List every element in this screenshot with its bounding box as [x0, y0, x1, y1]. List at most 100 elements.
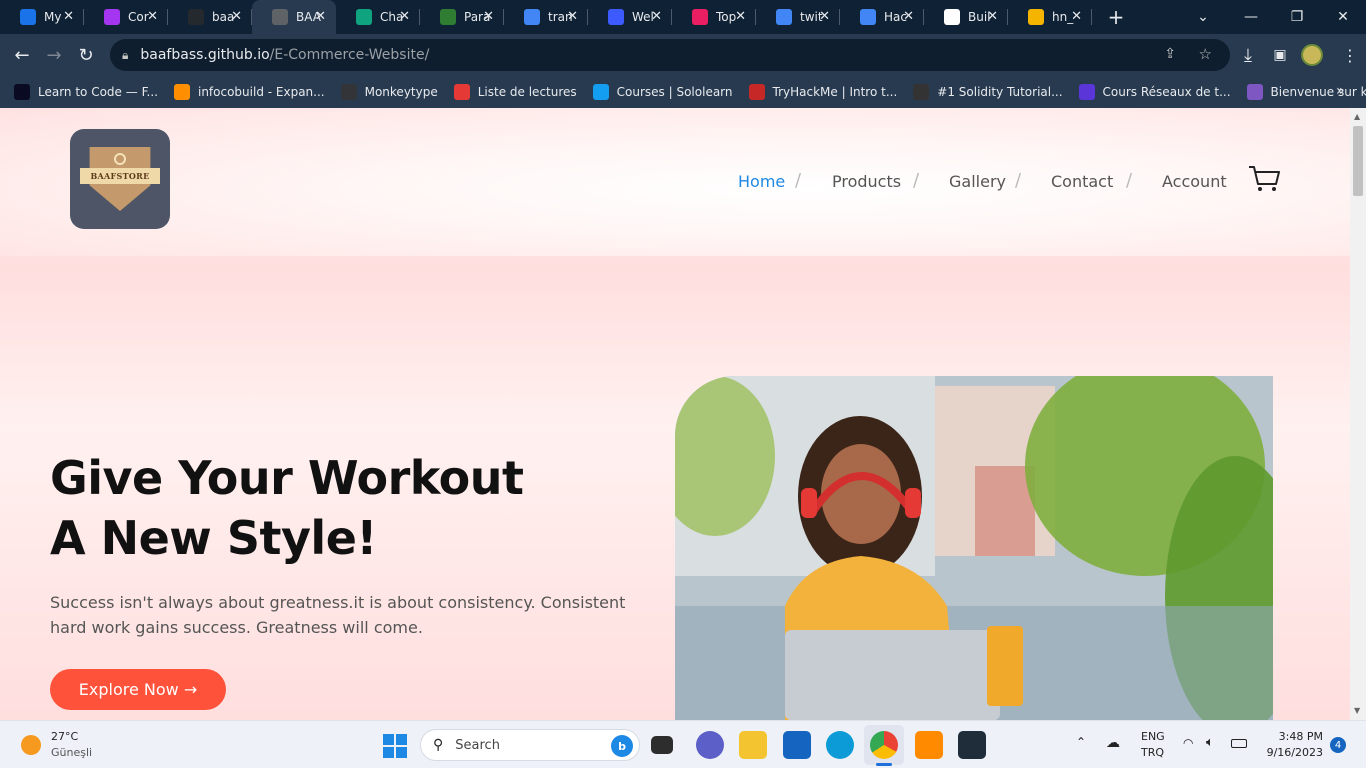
- close-tab-icon[interactable]: ✕: [819, 9, 830, 24]
- nav-separator: /: [913, 170, 920, 191]
- bookmark-item[interactable]: Cours Réseaux de t...: [1078, 84, 1231, 100]
- bookmark-label: Monkeytype: [364, 85, 438, 99]
- close-tab-icon[interactable]: ✕: [735, 9, 746, 24]
- feather-icon: [608, 9, 624, 25]
- language-primary[interactable]: ENG: [1141, 730, 1165, 743]
- teams-chat-icon[interactable]: [696, 731, 724, 759]
- profile-avatar[interactable]: [1301, 44, 1323, 66]
- wifi-icon[interactable]: ◠: [1183, 736, 1193, 750]
- bing-icon[interactable]: b: [611, 735, 633, 757]
- close-tab-icon[interactable]: ✕: [987, 9, 998, 24]
- browser-tab[interactable]: Para ✕: [420, 0, 504, 34]
- battery-icon[interactable]: [1231, 739, 1247, 748]
- notification-badge[interactable]: 4: [1330, 737, 1346, 753]
- cart-icon[interactable]: [1248, 164, 1282, 194]
- bookmark-favicon-icon: [1246, 84, 1263, 100]
- task-view-icon[interactable]: [651, 736, 673, 754]
- weather-temp[interactable]: 27°C: [51, 730, 78, 743]
- microsoft-store-icon[interactable]: [783, 731, 811, 759]
- weather-desc[interactable]: Güneşli: [51, 746, 92, 759]
- bookmark-item[interactable]: Liste de lectures: [453, 84, 577, 100]
- browser-tab[interactable]: hn_ ✕: [1008, 0, 1092, 34]
- clock-date[interactable]: 9/16/2023: [1257, 746, 1323, 759]
- volume-icon[interactable]: 🔈︎: [1206, 735, 1214, 750]
- address-bar[interactable]: 🔒︎ baafbass.github.io/E-Commerce-Website…: [110, 39, 1230, 71]
- browser-tab[interactable]: Cor ✕: [84, 0, 168, 34]
- page-scrollbar[interactable]: ▲ ▼: [1350, 108, 1366, 720]
- onedrive-icon[interactable]: ☁: [1106, 735, 1120, 751]
- nav-separator: /: [1126, 170, 1133, 191]
- nav-separator: /: [1015, 170, 1022, 191]
- bookmark-item[interactable]: infocobuild - Expan...: [173, 84, 325, 100]
- lock-icon[interactable]: 🔒︎: [122, 48, 128, 63]
- windows-start-icon[interactable]: [383, 734, 407, 758]
- download-icon[interactable]: ⤓: [1232, 45, 1264, 66]
- close-tab-icon[interactable]: ✕: [399, 9, 410, 24]
- nav-products[interactable]: Products: [832, 172, 901, 191]
- close-tab-icon[interactable]: ✕: [147, 9, 158, 24]
- file-explorer-icon[interactable]: [739, 731, 767, 759]
- language-secondary[interactable]: TRQ: [1141, 746, 1164, 759]
- browser-tab[interactable]: BAA ✕: [252, 0, 336, 34]
- scrollbar-thumb[interactable]: [1353, 126, 1363, 196]
- taskbar-search[interactable]: ⚲ Search b: [420, 729, 640, 761]
- google-icon: [860, 9, 876, 25]
- bookmark-label: Learn to Code — F...: [38, 85, 158, 99]
- reload-icon[interactable]: ↻: [70, 45, 102, 66]
- bookmark-item[interactable]: Learn to Code — F...: [14, 84, 158, 100]
- bookmark-item[interactable]: Monkeytype: [340, 84, 438, 100]
- close-tab-icon[interactable]: ✕: [483, 9, 494, 24]
- stack-icon: [692, 9, 708, 25]
- sun-icon[interactable]: [21, 735, 41, 755]
- edge-icon[interactable]: [826, 731, 854, 759]
- nav-account[interactable]: Account: [1162, 172, 1227, 191]
- browser-tab[interactable]: Wel ✕: [588, 0, 672, 34]
- maximize-button[interactable]: ❐: [1274, 0, 1320, 34]
- bookmark-item[interactable]: TryHackMe | Intro t...: [748, 84, 897, 100]
- chevron-up-icon[interactable]: ⌃: [1076, 735, 1086, 749]
- scroll-down-icon[interactable]: ▼: [1354, 706, 1360, 715]
- nav-gallery[interactable]: Gallery: [949, 172, 1006, 191]
- close-tab-icon[interactable]: ✕: [1071, 9, 1082, 24]
- terminal-icon[interactable]: [958, 731, 986, 759]
- bookmarks-overflow-icon[interactable]: »: [1336, 83, 1345, 99]
- bookmark-item[interactable]: Courses | Sololearn: [592, 84, 733, 100]
- browser-tab[interactable]: twit ✕: [756, 0, 840, 34]
- windows-taskbar: 27°C Güneşli ⚲ Search b ⌃ ☁ ENG TRQ ◠ 🔈︎…: [0, 720, 1366, 768]
- bookmark-item[interactable]: Bienvenue sur koob...: [1246, 84, 1366, 100]
- nav-home[interactable]: Home: [738, 172, 785, 191]
- close-tab-icon[interactable]: ✕: [231, 9, 242, 24]
- side-panel-icon[interactable]: ▣: [1264, 47, 1296, 63]
- close-tab-icon[interactable]: ✕: [315, 9, 326, 24]
- hero-title: Give Your Workout A New Style!: [50, 448, 524, 568]
- menu-icon[interactable]: ⋮: [1334, 46, 1366, 65]
- new-tab-button[interactable]: +: [1104, 5, 1128, 29]
- bookmark-star-icon[interactable]: ☆: [1199, 45, 1212, 63]
- back-icon[interactable]: ←: [6, 45, 38, 66]
- clock-time[interactable]: 3:48 PM: [1267, 730, 1323, 743]
- close-tab-icon[interactable]: ✕: [651, 9, 662, 24]
- browser-tab[interactable]: tran ✕: [504, 0, 588, 34]
- browser-tab[interactable]: Buil ✕: [924, 0, 1008, 34]
- close-tab-icon[interactable]: ✕: [903, 9, 914, 24]
- udemy-icon: [104, 9, 120, 25]
- browser-tab[interactable]: Top ✕: [672, 0, 756, 34]
- forward-icon[interactable]: →: [38, 45, 70, 66]
- bookmark-item[interactable]: #1 Solidity Tutorial...: [913, 84, 1063, 100]
- browser-tab[interactable]: My ✕: [0, 0, 84, 34]
- sublime-text-icon[interactable]: [915, 731, 943, 759]
- chrome-icon[interactable]: [870, 731, 898, 759]
- minimize-button[interactable]: —: [1228, 0, 1274, 34]
- browser-tab[interactable]: Cha ✕: [336, 0, 420, 34]
- close-window-button[interactable]: ✕: [1320, 0, 1366, 34]
- browser-tab[interactable]: baa ✕: [168, 0, 252, 34]
- search-placeholder: Search: [455, 737, 500, 753]
- browser-tab[interactable]: Hac ✕: [840, 0, 924, 34]
- nav-contact[interactable]: Contact: [1051, 172, 1113, 191]
- explore-now-button[interactable]: Explore Now →: [50, 669, 226, 710]
- tab-search-icon[interactable]: ⌄: [1180, 0, 1226, 34]
- scroll-up-icon[interactable]: ▲: [1354, 112, 1360, 121]
- close-tab-icon[interactable]: ✕: [63, 9, 74, 24]
- close-tab-icon[interactable]: ✕: [567, 9, 578, 24]
- share-icon[interactable]: ⇪: [1164, 46, 1176, 62]
